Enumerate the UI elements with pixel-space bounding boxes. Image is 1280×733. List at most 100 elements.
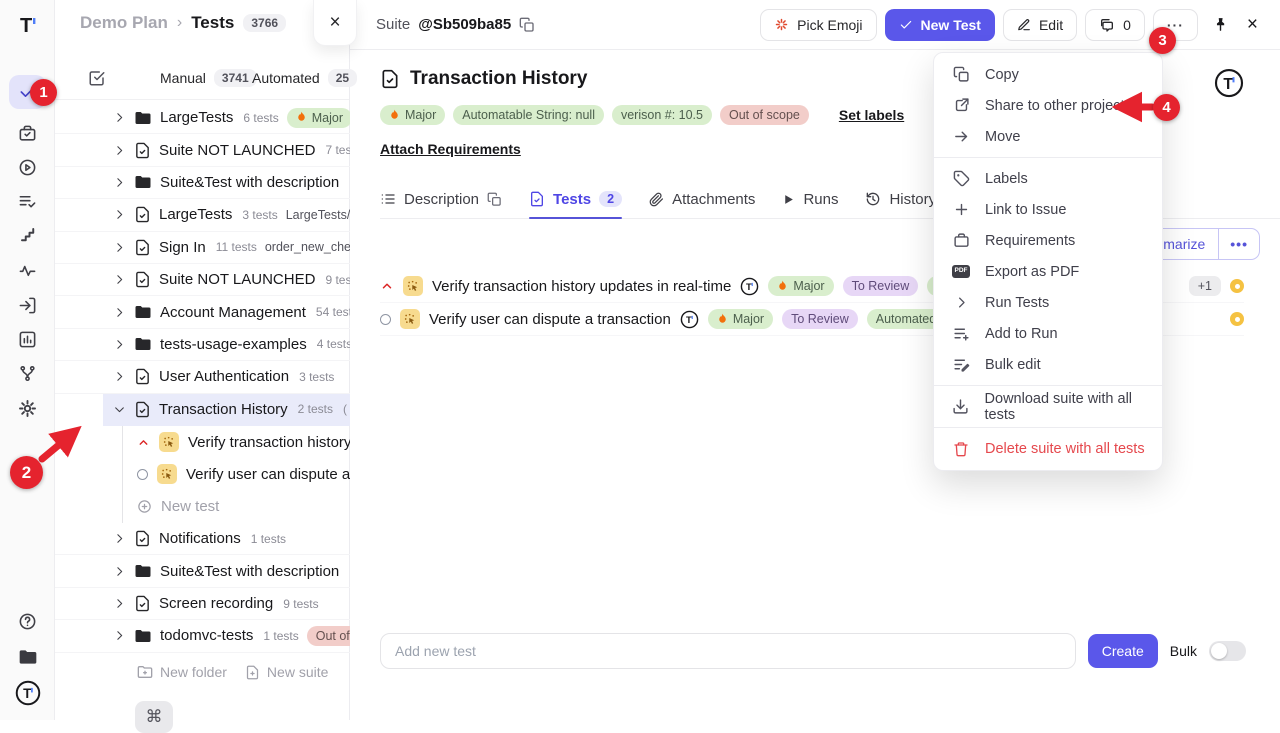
tree-row-folder[interactable]: Suite&Test with description — [55, 167, 350, 199]
tree-new-test-button[interactable]: New test — [123, 491, 350, 523]
pick-emoji-button[interactable]: Pick Emoji — [760, 9, 876, 41]
tree-row-suite[interactable]: LargeTests 3 tests LargeTests/E — [55, 199, 350, 231]
breadcrumb-project[interactable]: Demo Plan — [80, 13, 168, 33]
tree-row-folder[interactable]: LargeTests 6 tests Major — [55, 102, 350, 134]
menu-item-download-suite[interactable]: Download suite with all tests — [934, 391, 1162, 422]
tree-row-suite[interactable]: Suite NOT LAUNCHED 9 tests — [55, 264, 350, 296]
new-folder-button[interactable]: New folder — [137, 664, 227, 680]
tree-row-folder[interactable]: todomvc-tests 1 tests Out of scope — [55, 620, 350, 652]
chevron-right-icon[interactable] — [113, 176, 126, 189]
nav-reports-icon[interactable] — [9, 322, 46, 356]
menu-item-move[interactable]: Move — [934, 121, 1162, 152]
command-palette-button[interactable]: ⌘ — [135, 701, 173, 733]
menu-item-add-to-run[interactable]: Add to Run — [934, 318, 1162, 349]
tree-row-folder[interactable]: Account Management 54 tests — [55, 296, 350, 328]
tree-row-folder[interactable]: Suite&Test with description — [55, 555, 350, 587]
chevron-right-icon[interactable] — [113, 565, 126, 578]
more-labels-badge[interactable]: +1 — [1189, 276, 1221, 296]
menu-item-bulk-edit[interactable]: Bulk edit — [934, 349, 1162, 380]
tab-automated[interactable]: Automated 25 — [252, 69, 357, 87]
tree-row-suite[interactable]: Screen recording 9 tests — [55, 588, 350, 620]
caret-up-icon[interactable] — [380, 279, 394, 293]
status-dot-icon[interactable] — [1230, 279, 1244, 293]
close-panel-icon[interactable]: × — [1247, 14, 1258, 36]
nav-steps-icon[interactable] — [9, 218, 46, 252]
comments-button[interactable]: 0 — [1085, 9, 1145, 41]
copy-suite-id-icon[interactable] — [519, 17, 535, 33]
tab-runs[interactable]: Runs — [782, 184, 838, 218]
create-button[interactable]: Create — [1088, 634, 1158, 668]
tree-test-row[interactable]: Verify user can dispute a transaction — [123, 458, 350, 490]
chevron-right-icon[interactable] — [113, 629, 126, 642]
chevron-right-icon[interactable] — [113, 370, 126, 383]
edit-button[interactable]: Edit — [1003, 9, 1077, 41]
test-title[interactable]: Verify transaction history updates in re… — [432, 278, 731, 295]
test-title[interactable]: Verify user can dispute a transaction — [429, 311, 671, 328]
nav-branch-icon[interactable] — [9, 356, 46, 390]
menu-item-run-tests[interactable]: Run Tests — [934, 287, 1162, 318]
status-circle-icon[interactable] — [380, 314, 391, 325]
chevron-right-icon[interactable] — [113, 241, 126, 254]
tree-test-row[interactable]: Verify transaction history updates in re… — [123, 426, 350, 458]
close-tree-button[interactable]: × — [313, 0, 357, 46]
label-major[interactable]: Major — [380, 105, 445, 125]
menu-item-copy[interactable]: Copy — [934, 59, 1162, 90]
chevron-right-icon[interactable] — [113, 306, 126, 319]
tree-row-suite-selected[interactable]: Transaction History 2 tests ( — [103, 394, 350, 426]
tree-row-suite[interactable]: User Authentication 3 tests — [55, 361, 350, 393]
nav-checklist-icon[interactable] — [9, 184, 46, 218]
nav-runs-icon[interactable] — [9, 150, 46, 184]
chevron-right-icon[interactable] — [113, 111, 126, 124]
chevron-right-icon[interactable] — [113, 208, 126, 221]
bulk-select-icon[interactable] — [88, 69, 106, 87]
folder-icon — [134, 562, 152, 580]
new-test-button[interactable]: New Test — [885, 9, 995, 41]
tab-history[interactable]: History — [865, 184, 936, 218]
nav-settings-icon[interactable] — [9, 391, 46, 425]
menu-item-share[interactable]: Share to other projects — [934, 90, 1162, 121]
project-logo-avatar[interactable]: T — [1214, 68, 1244, 98]
nav-pulse-icon[interactable] — [9, 253, 46, 287]
tree-row-suite[interactable]: Notifications 1 tests — [55, 523, 350, 555]
label-out-of-scope[interactable]: Out of scope — [720, 105, 809, 125]
chevron-down-icon[interactable] — [113, 403, 126, 416]
set-labels-link[interactable]: Set labels — [839, 107, 904, 123]
chevron-right-icon[interactable] — [113, 144, 126, 157]
menu-item-labels[interactable]: Labels — [934, 163, 1162, 194]
app-logo[interactable]: T — [16, 13, 40, 37]
menu-item-delete-suite[interactable]: Delete suite with all tests — [934, 433, 1162, 464]
chevron-right-icon[interactable] — [113, 338, 126, 351]
menu-item-export-pdf[interactable]: PDF Export as PDF — [934, 256, 1162, 287]
account-logo-icon[interactable]: T — [9, 676, 46, 710]
bulk-toggle[interactable] — [1209, 641, 1246, 661]
projects-folder-icon[interactable] — [9, 640, 46, 674]
menu-item-requirements[interactable]: Requirements — [934, 225, 1162, 256]
summarize-more-button[interactable]: ••• — [1218, 229, 1259, 259]
tab-manual[interactable]: Manual 3741 — [160, 69, 257, 87]
menu-item-link-to-issue[interactable]: Link to Issue — [934, 194, 1162, 225]
tree-row-suite[interactable]: Suite NOT LAUNCHED 7 tests — [55, 134, 350, 166]
status-dot-icon[interactable] — [1230, 312, 1244, 326]
pin-icon[interactable] — [1212, 16, 1229, 33]
tree-row-folder[interactable]: tests-usage-examples 4 tests — [55, 329, 350, 361]
nav-plans-icon[interactable] — [9, 116, 46, 150]
tab-tests[interactable]: Tests 2 — [529, 184, 622, 218]
test-emoji-icon — [403, 276, 423, 296]
tab-description[interactable]: Description — [380, 184, 502, 218]
new-suite-button[interactable]: New suite — [245, 664, 328, 680]
chevron-right-icon[interactable] — [113, 597, 126, 610]
attach-requirements-link[interactable]: Attach Requirements — [380, 141, 521, 157]
label-automatable[interactable]: Automatable String: null — [453, 105, 604, 125]
copy-icon[interactable] — [487, 192, 502, 207]
tab-attachments[interactable]: Attachments — [649, 184, 755, 218]
suite-actions-menu: Copy Share to other projects Move Labels… — [933, 52, 1163, 471]
tree-row-suite[interactable]: Sign In 11 tests order_new_check — [55, 232, 350, 264]
chevron-right-icon[interactable] — [113, 532, 126, 545]
help-icon[interactable] — [9, 604, 46, 638]
chevron-right-icon[interactable] — [113, 273, 126, 286]
breadcrumb-section[interactable]: Tests — [191, 13, 234, 33]
nav-import-icon[interactable] — [9, 288, 46, 322]
add-new-test-input[interactable] — [380, 633, 1076, 669]
add-test-composer: Create Bulk — [380, 633, 1246, 669]
label-version[interactable]: verison #: 10.5 — [612, 105, 712, 125]
